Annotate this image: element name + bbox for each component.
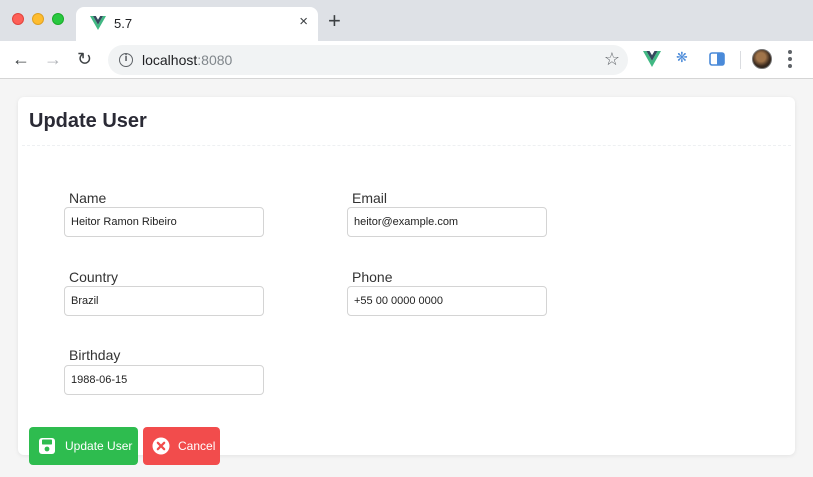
browser-tab[interactable]: 5.7 × bbox=[76, 7, 318, 41]
page-title: Update User bbox=[29, 110, 147, 132]
update-user-card: Update User Name Email Country Phone Bir… bbox=[18, 97, 795, 465]
vue-devtools-extension-icon[interactable] bbox=[643, 50, 661, 68]
browser-menu-icon[interactable] bbox=[788, 50, 794, 71]
url-text[interactable]: localhost:8080 bbox=[142, 52, 232, 68]
update-user-button[interactable]: Update User bbox=[29, 427, 138, 465]
vue-logo-icon bbox=[90, 16, 106, 30]
window-minimize-button[interactable] bbox=[32, 13, 44, 25]
birthday-label: Birthday bbox=[69, 347, 121, 363]
cancel-button[interactable]: Cancel bbox=[143, 427, 220, 465]
address-bar[interactable]: i localhost:8080 ☆ bbox=[108, 45, 628, 75]
back-arrow-icon[interactable]: ← bbox=[12, 49, 30, 69]
browser-toolbar: ← → ↻ i localhost:8080 ☆ ❋ bbox=[0, 41, 813, 79]
name-input[interactable] bbox=[64, 207, 264, 237]
country-label: Country bbox=[69, 269, 119, 285]
new-tab-button[interactable]: + bbox=[328, 10, 341, 32]
url-port: :8080 bbox=[197, 52, 233, 68]
cancel-label: Cancel bbox=[178, 439, 216, 453]
reload-icon[interactable]: ↻ bbox=[77, 49, 92, 69]
profile-avatar[interactable] bbox=[752, 49, 772, 69]
email-label: Email bbox=[352, 190, 388, 206]
bug-extension-icon[interactable]: ❋ bbox=[676, 49, 694, 67]
forward-arrow-icon[interactable]: → bbox=[44, 49, 62, 69]
birthday-input[interactable] bbox=[64, 365, 264, 395]
floppy-disk-icon bbox=[39, 438, 55, 454]
devtools-extension-icon[interactable] bbox=[708, 50, 726, 68]
update-user-label: Update User bbox=[65, 439, 133, 453]
url-host: localhost bbox=[142, 52, 198, 68]
window-maximize-button[interactable] bbox=[52, 13, 64, 25]
phone-label: Phone bbox=[352, 269, 393, 285]
toolbar-separator bbox=[740, 51, 741, 69]
email-input[interactable] bbox=[347, 207, 547, 237]
window-close-button[interactable] bbox=[12, 13, 24, 25]
close-circle-icon bbox=[152, 437, 170, 455]
header-divider bbox=[22, 145, 791, 146]
browser-titlebar: 5.7 × + bbox=[0, 0, 813, 41]
tab-close-icon[interactable]: × bbox=[299, 13, 308, 30]
name-label: Name bbox=[69, 190, 107, 206]
country-input[interactable] bbox=[64, 286, 264, 316]
tab-title: 5.7 bbox=[114, 16, 133, 31]
bookmark-star-icon[interactable]: ☆ bbox=[604, 49, 620, 70]
phone-input[interactable] bbox=[347, 286, 547, 316]
info-icon[interactable]: i bbox=[119, 53, 133, 67]
